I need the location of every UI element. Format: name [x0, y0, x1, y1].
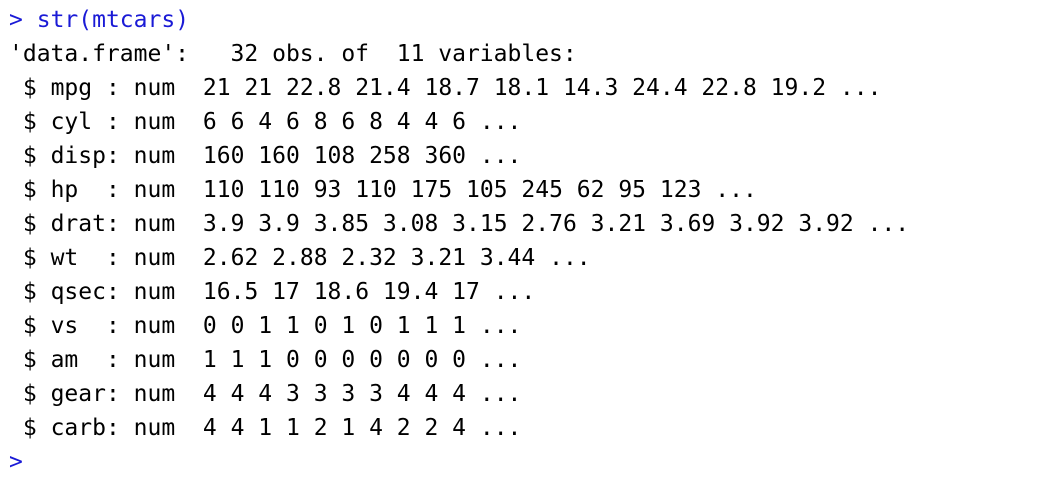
- variable-type: num: [133, 313, 176, 339]
- input-line[interactable]: >: [9, 445, 1029, 479]
- variable-name: disp: [50, 143, 106, 169]
- variable-row: $ wt : num 2.62 2.88 2.32 3.21 3.44 ...: [22, 245, 591, 271]
- str-header: 'data.frame': 32 obs. of 11 variables:: [9, 37, 1029, 71]
- variable-name: drat: [50, 211, 106, 237]
- variable-name: carb: [50, 415, 106, 441]
- dollar-sign: $: [22, 245, 37, 271]
- variable-row: $ vs : num 0 0 1 1 0 1 0 1 1 1 ...: [22, 313, 522, 339]
- variable-values: 160 160 108 258 360 ...: [202, 143, 522, 169]
- dollar-sign: $: [22, 381, 37, 407]
- variable-values: 21 21 22.8 21.4 18.7 18.1 14.3 24.4 22.8…: [202, 75, 882, 101]
- dollar-sign: $: [22, 109, 37, 135]
- variable-row: $ hp : num 110 110 93 110 175 105 245 62…: [22, 177, 757, 203]
- dollar-sign: $: [22, 279, 37, 305]
- variable-row: $ mpg : num 21 21 22.8 21.4 18.7 18.1 14…: [22, 75, 882, 101]
- variable-name: mpg: [50, 75, 106, 101]
- variable-row: $ drat: num 3.9 3.9 3.85 3.08 3.15 2.76 …: [22, 211, 910, 237]
- variable-row: $ disp: num 160 160 108 258 360 ...: [22, 143, 522, 169]
- r-console: > str(mtcars) 'data.frame': 32 obs. of 1…: [9, 3, 1029, 479]
- dollar-sign: $: [22, 211, 37, 237]
- dollar-sign: $: [22, 177, 37, 203]
- dollar-sign: $: [22, 415, 37, 441]
- variable-values: 2.62 2.88 2.32 3.21 3.44 ...: [202, 245, 591, 271]
- variable-row: $ carb: num 4 4 1 1 2 1 4 2 2 4 ...: [22, 415, 522, 441]
- variable-values: 6 6 4 6 8 6 8 4 4 6 ...: [202, 109, 522, 135]
- variable-row: $ gear: num 4 4 4 3 3 3 3 4 4 4 ...: [22, 381, 522, 407]
- variable-type: num: [133, 381, 176, 407]
- variable-name: am: [50, 347, 106, 373]
- console-prompt: >: [9, 7, 23, 33]
- variable-values: 0 0 1 1 0 1 0 1 1 1 ...: [202, 313, 522, 339]
- command-text: str(mtcars): [36, 7, 190, 33]
- variable-type: num: [133, 245, 176, 271]
- variable-values: 3.9 3.9 3.85 3.08 3.15 2.76 3.21 3.69 3.…: [202, 211, 910, 237]
- dollar-sign: $: [22, 313, 37, 339]
- dataframe-summary: 'data.frame': 32 obs. of 11 variables:: [9, 41, 577, 67]
- variable-type: num: [133, 109, 176, 135]
- dollar-sign: $: [22, 75, 37, 101]
- dollar-sign: $: [22, 143, 37, 169]
- variable-list: $ mpg : num 21 21 22.8 21.4 18.7 18.1 14…: [9, 71, 1029, 445]
- variable-name: wt: [50, 245, 106, 271]
- command-line: > str(mtcars): [9, 3, 1029, 37]
- variable-name: gear: [50, 381, 106, 407]
- variable-type: num: [133, 177, 176, 203]
- dollar-sign: $: [22, 347, 37, 373]
- variable-row: $ cyl : num 6 6 4 6 8 6 8 4 4 6 ...: [22, 109, 522, 135]
- variable-name: qsec: [50, 279, 106, 305]
- variable-type: num: [133, 279, 176, 305]
- console-prompt-empty: >: [9, 449, 23, 475]
- variable-type: num: [133, 211, 176, 237]
- variable-row: $ qsec: num 16.5 17 18.6 19.4 17 ...: [22, 279, 536, 305]
- variable-type: num: [133, 415, 176, 441]
- variable-name: cyl: [50, 109, 106, 135]
- variable-values: 4 4 1 1 2 1 4 2 2 4 ...: [202, 415, 522, 441]
- variable-type: num: [133, 75, 176, 101]
- variable-type: num: [133, 143, 176, 169]
- variable-row: $ am : num 1 1 1 0 0 0 0 0 0 0 ...: [22, 347, 522, 373]
- variable-values: 16.5 17 18.6 19.4 17 ...: [202, 279, 536, 305]
- variable-values: 110 110 93 110 175 105 245 62 95 123 ...: [202, 177, 757, 203]
- variable-values: 4 4 4 3 3 3 3 4 4 4 ...: [202, 381, 522, 407]
- variable-values: 1 1 1 0 0 0 0 0 0 0 ...: [202, 347, 522, 373]
- variable-name: hp: [50, 177, 106, 203]
- variable-type: num: [133, 347, 176, 373]
- variable-name: vs: [50, 313, 106, 339]
